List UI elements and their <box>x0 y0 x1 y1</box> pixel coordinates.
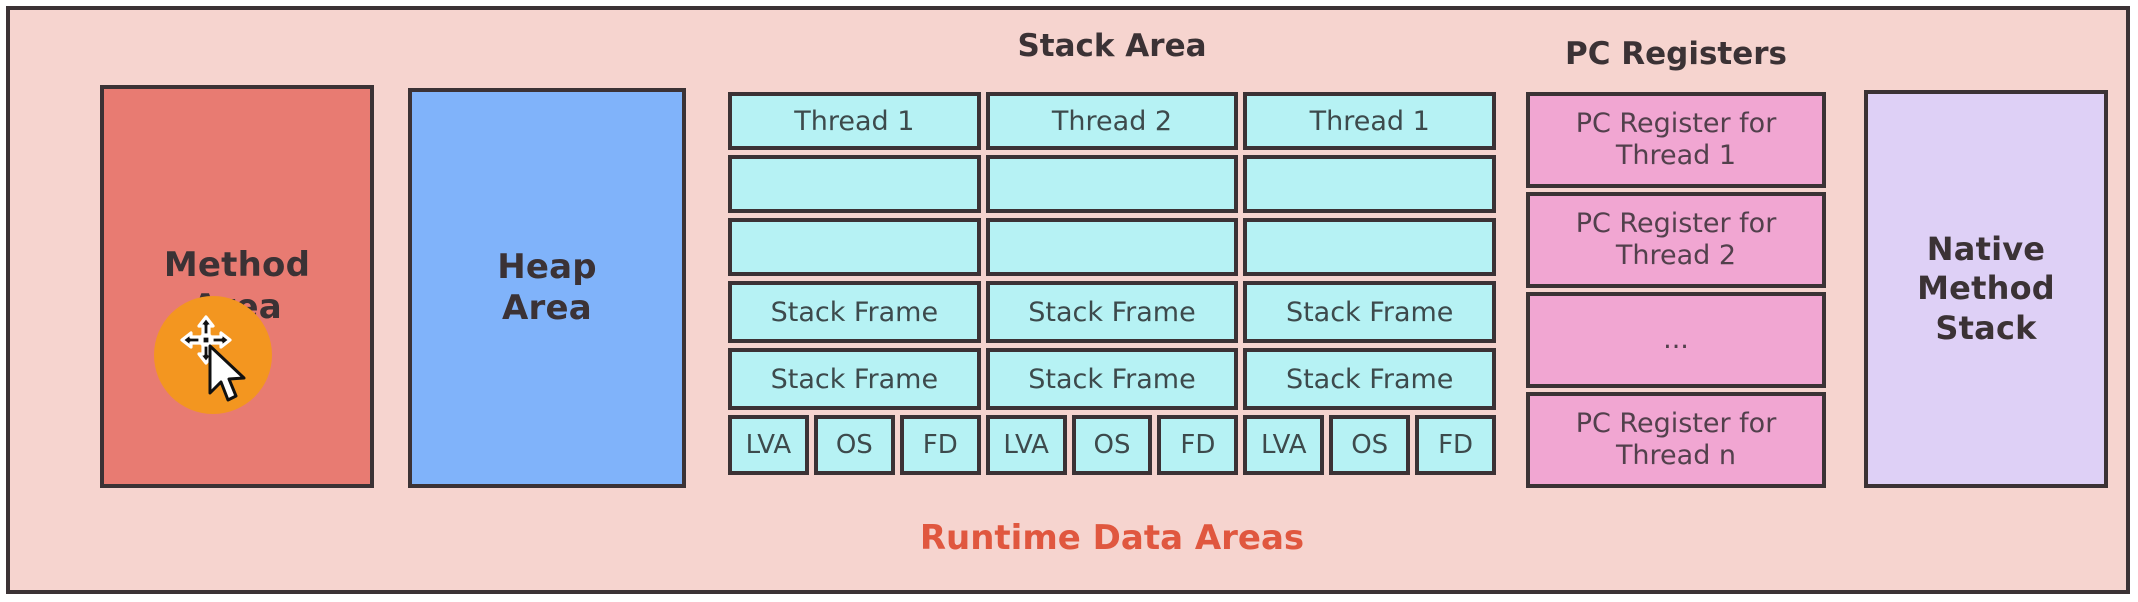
runtime-data-areas-diagram: Method Area Heap Area Stack Area Thread … <box>0 0 2138 602</box>
frame-part-os[interactable]: OS <box>813 415 895 475</box>
pc-register-row[interactable]: PC Register for Thread n <box>1526 392 1826 488</box>
heap-area-label-line2: Area <box>502 288 592 328</box>
frame-part-fd[interactable]: FD <box>1157 415 1239 475</box>
thread-column: Thread 1 Stack Frame Stack Frame LVA OS … <box>1243 92 1497 488</box>
heap-area-box[interactable]: Heap Area <box>408 88 686 488</box>
frame-part-lva[interactable]: LVA <box>1243 415 1325 475</box>
stack-empty-cell <box>1243 155 1497 213</box>
stack-empty-cell <box>985 218 1239 276</box>
native-method-stack-label-line2: Method <box>1917 269 2055 308</box>
native-method-stack-label: Native Method Stack <box>1917 230 2055 347</box>
method-area-label: Method Area <box>164 245 310 328</box>
thread-header-cell[interactable]: Thread 1 <box>1243 92 1497 150</box>
runtime-data-areas-caption: Runtime Data Areas <box>919 518 1305 558</box>
stack-frame-cell[interactable]: Stack Frame <box>985 281 1239 343</box>
stack-frame-cell[interactable]: Stack Frame <box>985 348 1239 410</box>
thread-header-cell[interactable]: Thread 1 <box>728 92 981 150</box>
stack-frame-cell[interactable]: Stack Frame <box>1243 348 1497 410</box>
thread-column: Thread 2 Stack Frame Stack Frame LVA OS … <box>985 92 1239 488</box>
heap-area-label-line1: Heap <box>497 246 597 287</box>
stack-frame-parts-row: LVA OS FD <box>985 415 1239 475</box>
pc-register-ellipsis-row: ... <box>1526 292 1826 388</box>
stack-frame-cell[interactable]: Stack Frame <box>1243 281 1497 343</box>
frame-part-fd[interactable]: FD <box>1415 415 1497 475</box>
stack-empty-cell <box>985 155 1239 213</box>
stack-empty-cell <box>728 218 981 276</box>
stack-area-grid: Thread 1 Stack Frame Stack Frame LVA OS … <box>728 92 1497 488</box>
thread-column: Thread 1 Stack Frame Stack Frame LVA OS … <box>728 92 981 488</box>
stack-frame-cell[interactable]: Stack Frame <box>728 281 981 343</box>
pc-registers-title: PC Registers <box>1564 36 1787 72</box>
method-area-box[interactable]: Method Area <box>100 85 374 488</box>
method-area-label-line2: Area <box>192 286 282 327</box>
thread-header-cell[interactable]: Thread 2 <box>985 92 1239 150</box>
stack-empty-cell <box>1243 218 1497 276</box>
stack-frame-parts-row: LVA OS FD <box>728 415 981 475</box>
frame-part-fd[interactable]: FD <box>899 415 981 475</box>
heap-area-label: Heap Area <box>497 247 597 330</box>
native-method-stack-label-line1: Native <box>1926 230 2046 269</box>
pc-registers-group: PC Register for Thread 1 PC Register for… <box>1526 92 1826 488</box>
pc-register-row[interactable]: PC Register for Thread 2 <box>1526 192 1826 288</box>
native-method-stack-label-line3: Stack <box>1935 308 2037 347</box>
native-method-stack-box[interactable]: Native Method Stack <box>1864 90 2108 488</box>
runtime-data-areas-frame: Method Area Heap Area Stack Area Thread … <box>6 6 2130 594</box>
stack-frame-cell[interactable]: Stack Frame <box>728 348 981 410</box>
frame-part-lva[interactable]: LVA <box>985 415 1067 475</box>
frame-part-os[interactable]: OS <box>1071 415 1153 475</box>
method-area-label-line1: Method <box>163 245 311 286</box>
frame-part-os[interactable]: OS <box>1329 415 1411 475</box>
stack-frame-parts-row: LVA OS FD <box>1243 415 1497 475</box>
stack-area-title: Stack Area <box>1017 28 1207 64</box>
pc-register-row[interactable]: PC Register for Thread 1 <box>1526 92 1826 188</box>
stack-empty-cell <box>728 155 981 213</box>
frame-part-lva[interactable]: LVA <box>728 415 809 475</box>
